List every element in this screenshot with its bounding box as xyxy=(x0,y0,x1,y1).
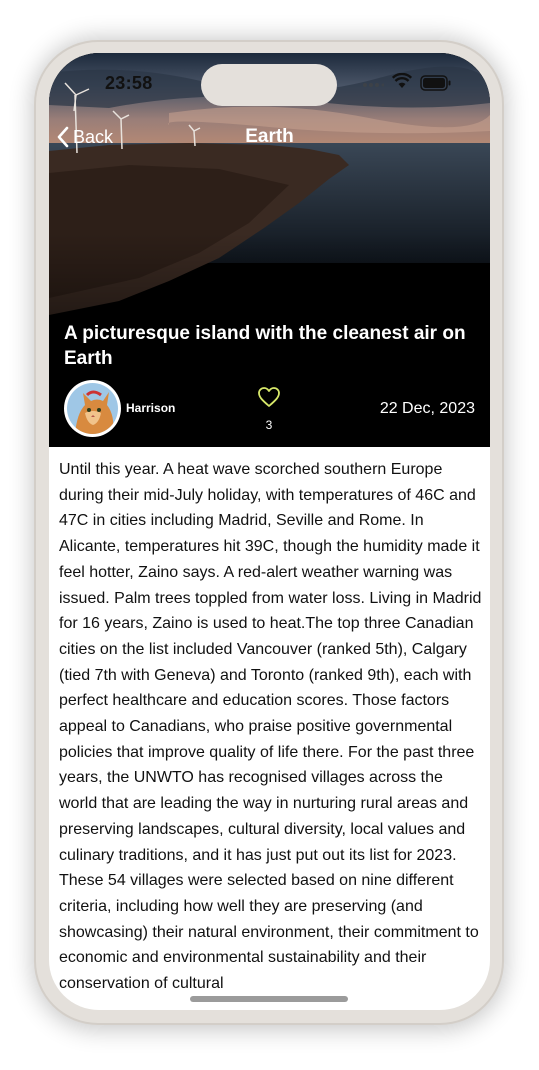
dynamic-island xyxy=(201,64,337,106)
home-indicator[interactable] xyxy=(190,996,348,1002)
heart-icon[interactable] xyxy=(257,386,281,408)
like-count: 3 xyxy=(265,418,273,432)
article-headline: A picturesque island with the cleanest a… xyxy=(64,323,466,369)
author-name[interactable]: Harrison xyxy=(126,401,175,415)
signal-icon xyxy=(363,83,384,87)
wifi-icon xyxy=(392,73,412,88)
status-time: 23:58 xyxy=(105,73,153,93)
avatar[interactable] xyxy=(64,380,121,437)
cat-avatar-image xyxy=(67,383,118,434)
screen: 23:58 Back Earth A picturesque island wi… xyxy=(49,53,490,1010)
nav-title: Earth xyxy=(245,126,294,147)
publish-date: 22 Dec, 2023 xyxy=(379,400,475,417)
battery-icon xyxy=(420,75,451,91)
article-body: Until this year. A heat wave scorched so… xyxy=(59,461,482,993)
